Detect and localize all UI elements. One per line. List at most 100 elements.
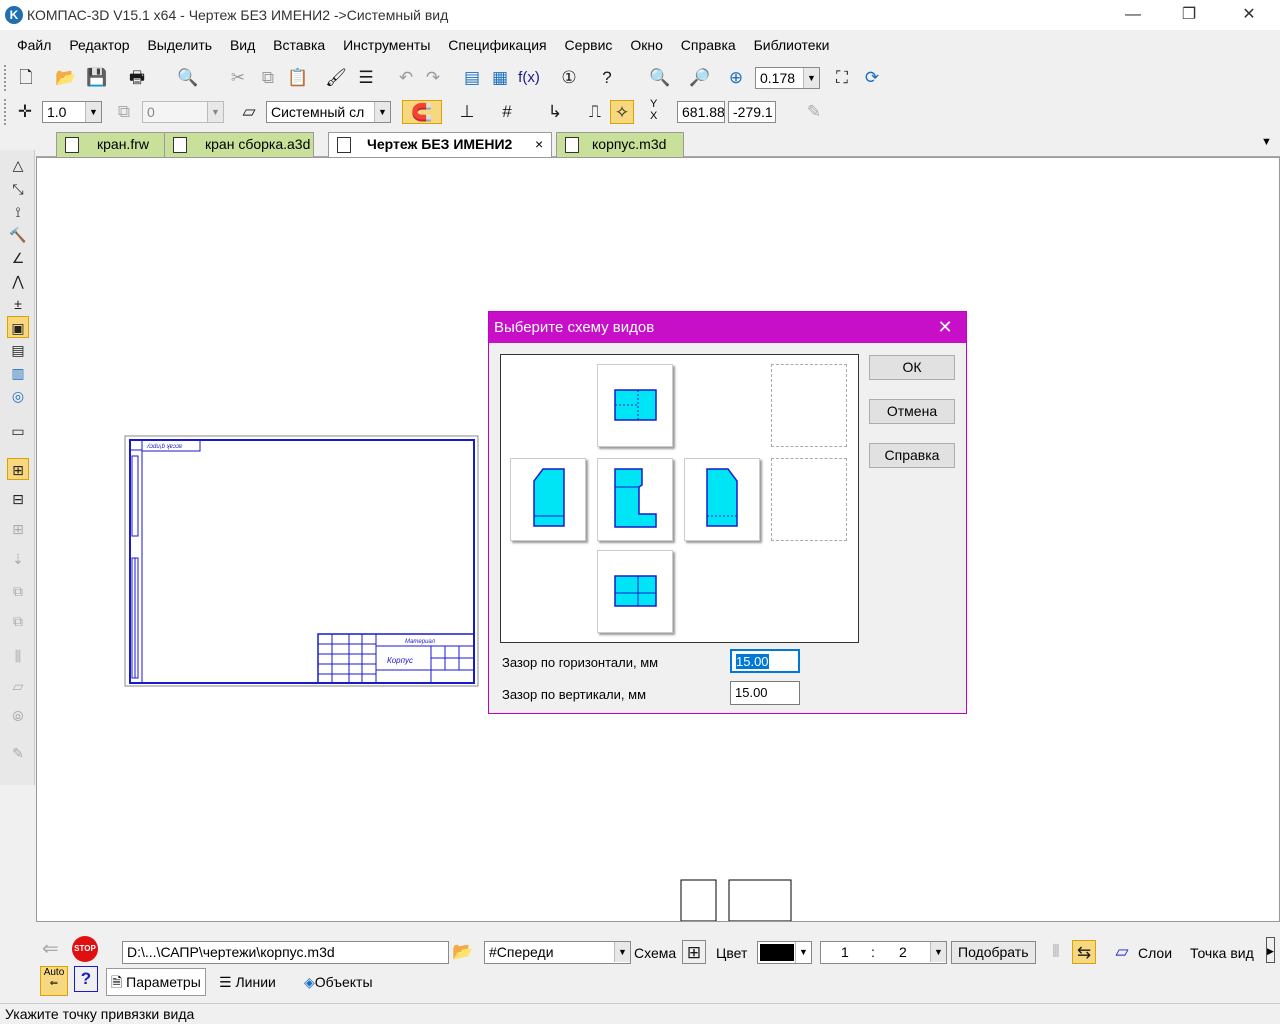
minimize-button[interactable]: —: [1110, 0, 1156, 30]
menu-window[interactable]: Окно: [623, 30, 670, 60]
new-document-icon[interactable]: 🗋: [14, 66, 38, 90]
zoom-in-icon[interactable]: ⊕: [724, 66, 748, 90]
ok-button[interactable]: ОК: [869, 355, 955, 380]
tab-parameters[interactable]: 🗎 Параметры: [106, 968, 206, 996]
scroll-right-icon[interactable]: ▶: [1266, 937, 1275, 963]
print-preview-icon[interactable]: 🔍: [176, 66, 200, 90]
cut-icon[interactable]: ✂: [226, 66, 250, 90]
fit-scale-button[interactable]: Подобрать: [951, 941, 1036, 964]
parametric-icon[interactable]: ✧: [610, 100, 634, 124]
spec-icon[interactable]: ▤: [7, 339, 29, 361]
coord-x-field[interactable]: 681.88: [677, 101, 725, 123]
left-view-cell[interactable]: [510, 458, 586, 541]
zoom-window-icon[interactable]: 🔍: [648, 66, 672, 90]
menu-view[interactable]: Вид: [223, 30, 262, 60]
local-section-icon[interactable]: ▱: [7, 675, 29, 697]
menu-help[interactable]: Справка: [674, 30, 743, 60]
menu-specification[interactable]: Спецификация: [441, 30, 553, 60]
scale-select[interactable]: 1.0 ▼: [42, 101, 102, 123]
grid-snap-icon[interactable]: ✛: [13, 100, 37, 124]
tear-view-icon[interactable]: ⦾: [7, 705, 29, 727]
projection-link-icon[interactable]: ⫴: [1044, 940, 1068, 964]
save-icon[interactable]: 💾: [85, 66, 109, 90]
layers-stack-icon[interactable]: ▱: [1110, 940, 1134, 964]
scheme-button-icon[interactable]: ⊞: [682, 940, 706, 964]
geometry-icon[interactable]: △: [7, 154, 29, 176]
menu-edit[interactable]: Редактор: [62, 30, 136, 60]
standard-view-icon[interactable]: ▭: [7, 420, 29, 442]
detail-view-icon[interactable]: ⧉: [7, 580, 29, 602]
menu-libraries[interactable]: Библиотеки: [747, 30, 837, 60]
insert-icon[interactable]: ◎: [7, 385, 29, 407]
paste-icon[interactable]: 📋: [286, 66, 310, 90]
tab-kran-frw[interactable]: кран.frw: [56, 132, 168, 157]
copy-icon[interactable]: ⧉: [256, 66, 280, 90]
dialog-close-icon[interactable]: ✕: [930, 312, 960, 343]
orientation-select[interactable]: #Спереди ▼: [484, 941, 631, 964]
function-icon[interactable]: f(x): [517, 66, 541, 90]
projection-view-icon[interactable]: ⊟: [7, 488, 29, 510]
section-icon[interactable]: ⇣: [7, 548, 29, 570]
tab-lines[interactable]: ☰ Линии: [219, 969, 276, 995]
model-file-path-field[interactable]: D:\...\САПР\чертежи\корпус.m3d: [122, 941, 449, 964]
gap-horizontal-input[interactable]: 15.00: [730, 649, 800, 673]
parametrization-icon[interactable]: ∠: [7, 247, 29, 269]
menu-service[interactable]: Сервис: [557, 30, 619, 60]
open-model-icon[interactable]: 📂: [451, 940, 475, 964]
local-cs-icon[interactable]: ↳: [543, 100, 567, 124]
arrow-view-icon[interactable]: ⊞: [7, 518, 29, 540]
undo-icon[interactable]: ↶: [394, 66, 418, 90]
zoom-level-select[interactable]: 0.178 ▼: [755, 67, 820, 89]
view-scheme-icon[interactable]: ⊞: [7, 458, 29, 480]
context-help-icon[interactable]: ?: [595, 66, 619, 90]
edit-icon[interactable]: 🔨: [7, 224, 29, 246]
close-window-button[interactable]: ✕: [1226, 0, 1272, 30]
format-painter-icon[interactable]: 🖌: [324, 66, 348, 90]
tab-objects[interactable]: ◈Объекты: [304, 969, 373, 995]
menu-file[interactable]: Файл: [10, 30, 58, 60]
rear-view-cell[interactable]: [771, 458, 847, 541]
front-view-cell[interactable]: [597, 458, 673, 541]
dimensions-icon[interactable]: ⤡: [7, 178, 29, 200]
help-button[interactable]: Справка: [869, 443, 955, 468]
tab-korpus-m3d[interactable]: корпус.m3d: [556, 132, 684, 157]
tab-kran-assembly[interactable]: кран сборка.a3d: [164, 132, 314, 157]
designations-icon[interactable]: ⟟: [7, 201, 29, 223]
menu-select[interactable]: Выделить: [140, 30, 219, 60]
toolbar-grip[interactable]: [4, 65, 8, 91]
snap-magnet-icon[interactable]: 🧲: [402, 100, 442, 124]
gap-vertical-input[interactable]: 15.00: [730, 681, 800, 705]
manager-icon[interactable]: ▤: [460, 66, 484, 90]
maximize-button[interactable]: ❐: [1166, 0, 1212, 30]
break-view-icon[interactable]: ⫼: [7, 645, 29, 667]
layer-select[interactable]: Системный сл ▼: [266, 101, 391, 123]
variables-icon[interactable]: ▦: [488, 66, 512, 90]
print-icon[interactable]: 🖶: [125, 66, 149, 90]
local-view-icon[interactable]: ⧉: [7, 610, 29, 632]
tab-drawing-untitled2[interactable]: Чертеж БЕЗ ИМЕНИ2 ×: [328, 132, 552, 158]
menu-insert[interactable]: Вставка: [266, 30, 332, 60]
redo-icon[interactable]: ↷: [421, 66, 445, 90]
layer-step-icon[interactable]: ⧉: [112, 100, 136, 124]
top-right-view-cell[interactable]: [771, 364, 847, 447]
cancel-button[interactable]: Отмена: [869, 399, 955, 424]
coord-y-field[interactable]: -279.1: [728, 101, 776, 123]
color-select[interactable]: ▼: [757, 941, 812, 964]
stop-icon[interactable]: STOP: [72, 936, 98, 962]
tab-close-icon[interactable]: ×: [535, 133, 543, 156]
toolbar-grip[interactable]: [4, 99, 8, 125]
refresh-icon[interactable]: ⟳: [860, 66, 884, 90]
ortho-icon[interactable]: ⊥: [455, 100, 479, 124]
grid-icon[interactable]: #: [495, 100, 519, 124]
auto-create-button[interactable]: Auto ⇐: [40, 966, 68, 996]
measure-icon[interactable]: ⋀: [7, 270, 29, 292]
layers-button[interactable]: Слои: [1138, 940, 1172, 966]
layers-icon[interactable]: ▱: [237, 100, 261, 124]
update-icon[interactable]: ✎: [7, 742, 29, 764]
view-scale-select[interactable]: 1: 2 ▼: [820, 941, 947, 964]
reports-icon[interactable]: ▥: [7, 362, 29, 384]
associative-views-icon[interactable]: ▣: [7, 316, 29, 338]
properties-icon[interactable]: ☰: [354, 66, 378, 90]
numbering-icon[interactable]: ①: [557, 66, 581, 90]
measure-icon[interactable]: ✎: [802, 100, 826, 124]
